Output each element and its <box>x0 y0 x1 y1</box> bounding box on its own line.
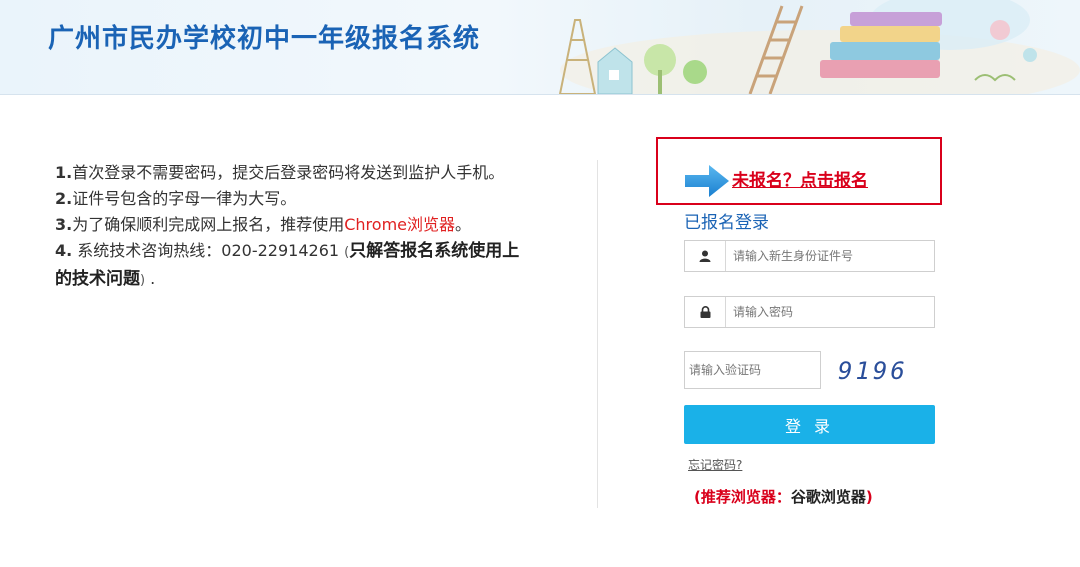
captcha-input[interactable] <box>684 351 821 389</box>
instruction-1: 1.首次登录不需要密码，提交后登录密码将发送到监护人手机。 <box>55 163 505 182</box>
lock-icon <box>685 297 725 327</box>
id-number-field <box>684 240 935 272</box>
password-field <box>684 296 935 328</box>
id-number-input[interactable] <box>725 241 934 271</box>
captcha-image[interactable]: 9196 <box>838 357 908 385</box>
register-link[interactable]: 未报名？点击报名 <box>732 166 868 191</box>
page-header: 广州市民办学校初中一年级报名系统 <box>0 0 1080 95</box>
password-input[interactable] <box>725 297 934 327</box>
instruction-2: 2.证件号包含的字母一律为大写。 <box>55 189 297 208</box>
user-icon <box>685 241 725 271</box>
instruction-3: 3.为了确保顺利完成网上报名，推荐使用Chrome浏览器。 <box>55 215 472 234</box>
forgot-password-link[interactable]: 忘记密码? <box>688 456 742 473</box>
browser-recommendation: (推荐浏览器：谷歌浏览器) <box>694 488 873 506</box>
instructions: 1.首次登录不需要密码，提交后登录密码将发送到监护人手机。 2.证件号包含的字母… <box>55 160 525 294</box>
login-button[interactable]: 登 录 <box>684 405 935 444</box>
arrow-right-icon <box>685 165 729 197</box>
chrome-highlight: Chrome浏览器 <box>344 215 455 234</box>
page-title: 广州市民办学校初中一年级报名系统 <box>48 24 481 54</box>
vertical-divider <box>597 160 598 508</box>
header-illustration <box>558 0 1080 94</box>
login-section-title: 已报名登录 <box>684 213 769 233</box>
instruction-4: 4. 系统技术咨询热线：020-22914261 (只解答报名系统使用上的技术问… <box>55 241 520 289</box>
